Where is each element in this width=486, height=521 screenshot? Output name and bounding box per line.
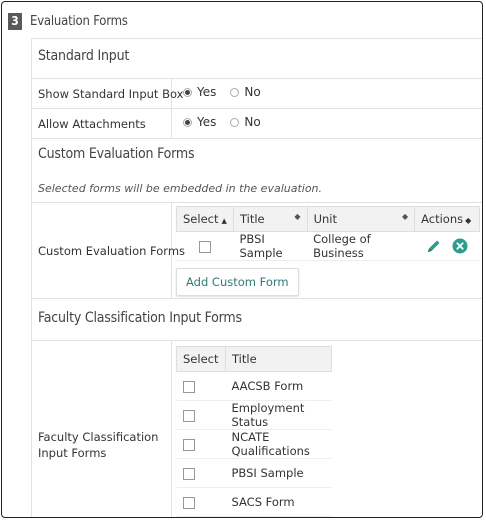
col-select-label: Select xyxy=(183,212,219,226)
custom-forms-note: Selected forms will be embedded in the e… xyxy=(38,182,323,195)
custom-forms-row-label: Custom Evaluation Forms xyxy=(38,244,186,258)
row-select-checkbox[interactable] xyxy=(198,240,211,253)
show-input-yes-label: Yes xyxy=(197,85,217,99)
row-actions xyxy=(414,231,480,261)
show-standard-input-label: Show Standard Input Box xyxy=(38,87,184,101)
forms-panel: Standard Input Show Standard Input Box Y… xyxy=(31,38,482,517)
custom-forms-table: Select ▲ Title ◆ Unit ◆ Actions ◆ PBSI S… xyxy=(176,206,480,261)
faculty-form-title: AACSB Form xyxy=(225,371,332,401)
step-header: 3 Evaluation Forms xyxy=(8,11,128,31)
faculty-form-checkbox[interactable] xyxy=(182,496,195,509)
faculty-col-title-header: Title xyxy=(225,346,332,372)
step-title: Evaluation Forms xyxy=(30,13,128,29)
col-actions-header[interactable]: Actions ◆ xyxy=(414,206,480,232)
attachments-no-label: No xyxy=(244,115,261,129)
add-custom-form-button[interactable]: Add Custom Form xyxy=(176,268,299,296)
faculty-forms-header-row: Select Title xyxy=(176,346,332,372)
show-input-no-radio[interactable] xyxy=(230,87,240,97)
x-circle-icon[interactable] xyxy=(452,238,468,254)
show-standard-input-radios: Yes No xyxy=(183,85,275,99)
row-title: PBSI Sample xyxy=(233,231,308,261)
col-unit-header[interactable]: Unit ◆ xyxy=(306,206,416,232)
attachments-no-radio[interactable] xyxy=(230,117,240,127)
faculty-select-cell xyxy=(176,458,226,488)
faculty-form-checkbox[interactable] xyxy=(182,409,195,422)
table-row: AACSB Form xyxy=(176,371,332,401)
faculty-form-title: Employment Status xyxy=(225,400,332,430)
evaluation-forms-frame: 3 Evaluation Forms Standard Input Show S… xyxy=(1,1,483,518)
col-unit-label: Unit xyxy=(313,212,337,226)
col-actions-label: Actions xyxy=(421,212,464,226)
custom-forms-title: Custom Evaluation Forms xyxy=(38,146,195,162)
table-row: PBSI Sample College of Business xyxy=(176,231,480,261)
faculty-forms-row-label: Faculty Classification Input Forms xyxy=(38,430,159,460)
faculty-form-title: SACS Form xyxy=(225,487,332,517)
allow-attachments-label: Allow Attachments xyxy=(38,117,146,131)
faculty-select-cell xyxy=(176,487,226,517)
show-input-yes-radio[interactable] xyxy=(183,87,192,97)
col-select-header[interactable]: Select ▲ xyxy=(176,206,234,232)
faculty-form-title: NCATE Qualifications xyxy=(225,429,332,459)
attachments-yes-label: Yes xyxy=(197,115,217,129)
standard-input-title: Standard Input xyxy=(38,48,130,64)
col-title-header[interactable]: Title ◆ xyxy=(232,206,308,232)
sort-icon: ◆ xyxy=(294,212,301,221)
faculty-form-checkbox[interactable] xyxy=(182,380,195,393)
faculty-select-cell xyxy=(176,371,226,401)
col-title-label: Title xyxy=(239,212,265,226)
row-select-cell xyxy=(176,231,234,261)
faculty-col-select-header: Select xyxy=(176,346,226,372)
sort-icon: ◆ xyxy=(465,216,472,225)
sort-asc-icon: ▲ xyxy=(221,217,227,225)
faculty-select-cell xyxy=(176,400,226,430)
faculty-forms-table: Select Title AACSB Form Employment Statu… xyxy=(176,346,332,517)
faculty-select-cell xyxy=(176,429,226,459)
table-row: NCATE Qualifications xyxy=(176,429,332,459)
faculty-form-checkbox[interactable] xyxy=(182,467,195,480)
pencil-icon[interactable] xyxy=(426,238,442,254)
step-number-badge: 3 xyxy=(8,12,22,30)
attachments-yes-radio[interactable] xyxy=(183,117,192,127)
table-row: SACS Form xyxy=(176,487,332,517)
faculty-form-checkbox[interactable] xyxy=(182,438,195,451)
faculty-forms-title: Faculty Classification Input Forms xyxy=(38,310,242,326)
faculty-form-title: PBSI Sample xyxy=(225,458,332,488)
custom-forms-header-row: Select ▲ Title ◆ Unit ◆ Actions ◆ xyxy=(176,206,480,232)
sort-icon: ◆ xyxy=(401,212,409,221)
row-unit: College of Business xyxy=(307,231,415,261)
table-row: PBSI Sample xyxy=(176,458,332,488)
allow-attachments-radios: Yes No xyxy=(183,115,275,129)
show-input-no-label: No xyxy=(244,85,261,99)
table-row: Employment Status xyxy=(176,400,332,430)
